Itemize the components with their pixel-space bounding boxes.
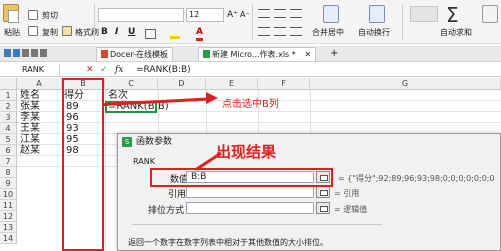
- annotation-select-column: 点击选中B列: [222, 99, 279, 110]
- docer-icon: [101, 50, 108, 58]
- row-header[interactable]: 7: [0, 156, 17, 167]
- column-header-a[interactable]: A: [17, 78, 62, 90]
- row-header[interactable]: 10: [0, 189, 17, 200]
- align-center-icon[interactable]: [274, 27, 286, 36]
- column-b-highlight: [62, 78, 104, 251]
- quick-access-icons[interactable]: [4, 49, 74, 58]
- cell-a6[interactable]: 赵某: [20, 145, 40, 156]
- select-all-corner[interactable]: [0, 78, 17, 90]
- shrink-font-icon[interactable]: A⁻: [240, 10, 250, 19]
- dialog-function-name: RANK: [133, 157, 155, 166]
- border-icon[interactable]: [145, 29, 156, 39]
- paste-button-label[interactable]: 粘贴: [4, 27, 20, 38]
- align-middle-icon[interactable]: [274, 9, 286, 18]
- column-header-c[interactable]: C: [105, 78, 158, 90]
- cut-button-label[interactable]: 剪切: [42, 10, 58, 21]
- autosum-label[interactable]: 自动求和: [440, 27, 472, 38]
- formula-bar: [0, 63, 501, 77]
- row-header[interactable]: 2: [0, 101, 17, 112]
- row-header[interactable]: 3: [0, 112, 17, 123]
- row-header[interactable]: 1: [0, 90, 17, 101]
- cancel-icon[interactable]: ✕: [86, 64, 94, 76]
- tab-label: Docer-在线模板: [110, 50, 169, 59]
- underline-icon[interactable]: U: [128, 27, 135, 37]
- format-painter-icon[interactable]: [62, 26, 72, 36]
- align-bottom-icon[interactable]: [290, 9, 302, 18]
- new-tab-icon[interactable]: +: [330, 48, 338, 60]
- name-box[interactable]: RANK: [0, 64, 60, 76]
- column-header-g[interactable]: G: [310, 78, 501, 90]
- function-description: 返回一个数字在数字列表中相对于其他数值的大小排位。: [128, 238, 328, 247]
- merge-center-label[interactable]: 合并居中: [312, 27, 344, 38]
- bold-icon[interactable]: B: [101, 27, 108, 37]
- spreadsheet-icon: [203, 50, 210, 58]
- dialog-app-icon: S: [122, 137, 132, 147]
- tab-workbook[interactable]: 新建 Micro...作表.xls * ✕: [198, 47, 317, 61]
- font-family-select[interactable]: [98, 8, 184, 22]
- fx-icon[interactable]: fx: [115, 64, 123, 76]
- format-painter-label[interactable]: 格式刷: [75, 27, 99, 38]
- order-evaluation: = 逻辑值: [334, 205, 368, 214]
- grid-line: [105, 90, 106, 251]
- cut-icon[interactable]: [28, 10, 38, 20]
- grow-font-icon[interactable]: A⁺: [227, 10, 238, 20]
- row-header[interactable]: 11: [0, 200, 17, 211]
- cell-c1[interactable]: 名次: [108, 90, 128, 101]
- dialog-divider: [132, 224, 382, 225]
- order-input[interactable]: [186, 202, 314, 214]
- ribbon-separator: [252, 4, 253, 40]
- tab-label: 新建 Micro...作表.xls *: [212, 50, 296, 59]
- tab-docer-templates[interactable]: Docer-在线模板: [96, 47, 174, 61]
- font-color-icon[interactable]: A: [196, 27, 203, 41]
- range-picker-icon[interactable]: [316, 186, 330, 198]
- paste-icon[interactable]: [3, 4, 19, 23]
- column-header-d[interactable]: D: [158, 78, 206, 90]
- row-header[interactable]: 4: [0, 123, 17, 134]
- ribbon-separator: [402, 4, 403, 40]
- cell-a4[interactable]: 王某: [20, 123, 40, 134]
- cell-a5[interactable]: 江某: [20, 134, 40, 145]
- row-header[interactable]: 9: [0, 178, 17, 189]
- formula-input[interactable]: =RANK(B:B): [136, 64, 191, 76]
- row-header[interactable]: 12: [0, 211, 17, 222]
- ref-input[interactable]: [186, 186, 314, 198]
- column-header-e[interactable]: E: [206, 78, 258, 90]
- align-left-icon[interactable]: [258, 27, 270, 36]
- cell-a2[interactable]: 张某: [20, 101, 40, 112]
- annotation-result-appears: 出现结果: [216, 143, 277, 161]
- number-field-highlight: [150, 168, 333, 187]
- autosum-icon[interactable]: Σ: [446, 3, 459, 27]
- row-header[interactable]: 6: [0, 145, 17, 156]
- cell-a1[interactable]: 姓名: [20, 90, 40, 101]
- annotation-arrow-head: [206, 92, 218, 104]
- filter-icon[interactable]: [482, 5, 498, 23]
- copy-button-label[interactable]: 复制: [42, 27, 58, 38]
- close-icon[interactable]: ✕: [304, 50, 311, 59]
- wrap-text-icon[interactable]: [369, 5, 385, 23]
- number-format-select[interactable]: [410, 6, 438, 22]
- italic-icon[interactable]: I: [115, 27, 118, 37]
- column-header-f[interactable]: F: [258, 78, 310, 90]
- merge-center-icon[interactable]: [323, 5, 339, 23]
- confirm-icon[interactable]: ✓: [100, 64, 108, 76]
- field-label-order: 排位方式: [148, 206, 185, 216]
- copy-icon[interactable]: [28, 26, 38, 36]
- number-evaluation: = {"得分";92;89;96;93;98;0;0;0;0;0;0;0: [338, 174, 495, 183]
- range-picker-icon[interactable]: [316, 202, 330, 214]
- row-header[interactable]: 14: [0, 233, 17, 244]
- font-size-select[interactable]: 12: [186, 8, 224, 22]
- dialog-title: 函数参数: [136, 137, 173, 147]
- row-header[interactable]: 13: [0, 222, 17, 233]
- ref-evaluation: = 引用: [334, 189, 360, 198]
- align-right-icon[interactable]: [290, 27, 302, 36]
- align-top-icon[interactable]: [258, 9, 270, 18]
- wrap-text-label[interactable]: 自动换行: [358, 27, 390, 38]
- fill-color-icon[interactable]: [170, 30, 180, 39]
- row-header[interactable]: 5: [0, 134, 17, 145]
- cell-a3[interactable]: 李某: [20, 112, 40, 123]
- ribbon-separator: [94, 4, 95, 40]
- row-header[interactable]: 8: [0, 167, 17, 178]
- field-label-ref: 引用: [168, 190, 187, 200]
